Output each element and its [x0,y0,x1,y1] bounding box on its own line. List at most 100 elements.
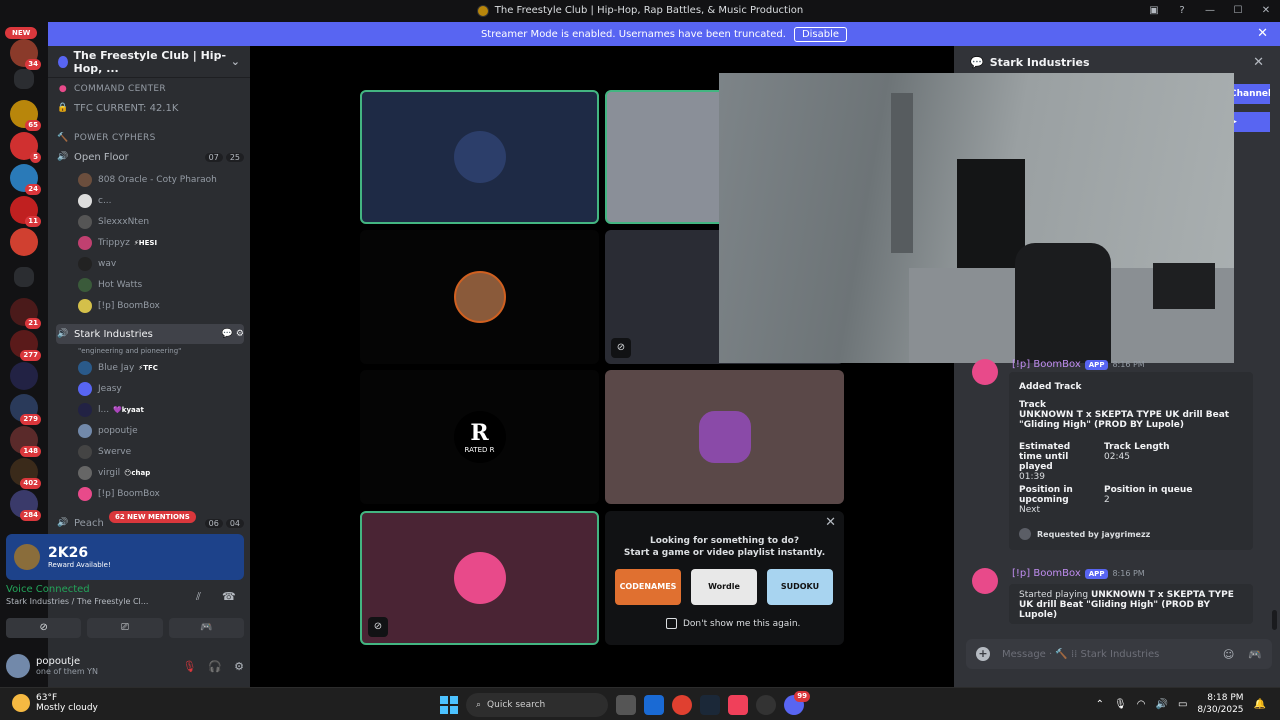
voice-user[interactable]: c... [78,191,244,211]
voice-user[interactable]: popoutje [78,421,244,441]
checkbox-icon[interactable] [666,618,677,629]
add-attachment-icon[interactable]: + [976,647,990,661]
scrollbar[interactable] [1272,610,1277,630]
search-bar[interactable]: ⌕ Quick search [466,693,608,717]
camera-off-button[interactable]: ⊘ [6,618,82,638]
voice-channel-open-floor[interactable]: 🔊 Open Floor 07 25 [56,147,244,167]
headphones-icon[interactable]: 🎧 [208,660,222,673]
author-name[interactable]: [!p] BoomBox [1012,359,1081,370]
video-tile[interactable] [360,230,599,364]
disconnect-icon[interactable]: ☎ [222,590,236,603]
server-icon[interactable]: 277 [10,330,41,361]
app-icon[interactable] [756,695,776,715]
notification-bell-icon[interactable]: 🔔 [1254,699,1266,710]
mywork-icon[interactable] [644,695,664,715]
emoji-icon[interactable]: ☺ [1223,648,1234,661]
voice-user[interactable]: wav [78,254,244,274]
activities-button[interactable]: 🎮 [168,618,244,638]
server-icon[interactable]: 402 [10,458,41,489]
author-name[interactable]: [!p] BoomBox [1012,568,1081,579]
close-icon[interactable]: ✕ [825,515,836,530]
voice-user[interactable]: Jeasy [78,379,244,399]
video-tile[interactable] [605,370,844,504]
screen-share-button[interactable]: ⎚ [87,618,163,638]
server-icon[interactable]: 284 [10,490,41,521]
dont-show-checkbox[interactable]: Don't show me this again. [666,618,800,629]
voice-user[interactable]: l... 💜kyaat [78,400,244,420]
voice-user[interactable]: Hot Watts [78,275,244,295]
discord-icon[interactable]: 99 [784,691,810,715]
avatar [453,131,506,183]
server-icon[interactable]: 65 [10,100,41,131]
battery-icon[interactable]: ▭ [1178,699,1187,710]
server-icon[interactable]: 11 [10,196,41,227]
close-icon[interactable]: ✕ [1253,55,1264,70]
server-icon[interactable] [10,228,38,256]
music-icon[interactable] [728,695,748,715]
server-icon[interactable]: 279 [10,394,41,425]
noise-suppression-icon[interactable]: ⫽ [196,590,201,604]
microphone-icon[interactable]: 🎙 [1114,699,1127,710]
server-header[interactable]: The Freestyle Club | Hip-Hop, ... ⌄ [48,46,250,78]
promo-banner[interactable]: 2K26 Reward Available! [6,534,244,580]
voice-user-name: Swerve [98,447,132,457]
folder-icon[interactable] [14,69,34,89]
avatar [78,466,92,480]
server-icon[interactable]: 148 [10,426,41,457]
voice-user[interactable]: Blue Jay ⚡TFC [78,358,244,378]
avatar [78,424,92,438]
voice-user[interactable]: 808 Oracle - Coty Pharaoh [78,170,244,190]
chevron-down-icon[interactable]: ⌄ [231,55,240,68]
close-window-button[interactable]: ✕ [1252,5,1280,16]
voice-location[interactable]: Stark Industries / The Freestyle Cl... [6,597,244,606]
video-tile[interactable] [360,90,599,224]
help-icon[interactable]: ? [1168,5,1196,16]
close-banner-icon[interactable]: ✕ [1257,26,1268,41]
server-icon[interactable]: 34 [10,39,41,70]
server-icon[interactable] [10,362,38,390]
folder-icon[interactable] [14,267,34,287]
wifi-icon[interactable]: ◠ [1137,699,1146,710]
voice-user[interactable]: virgil 😶chap [78,463,244,483]
volume-icon[interactable]: 🔊 [1155,699,1167,710]
weather-widget[interactable]: 63°F Mostly cloudy [12,693,98,713]
maximize-button[interactable]: ☐ [1224,5,1252,16]
chrome-icon[interactable] [672,695,692,715]
clock[interactable]: 8:18 PM 8/30/2025 [1197,692,1243,716]
new-mentions-pill[interactable]: 62 NEW MENTIONS [109,511,196,523]
voice-user[interactable]: SlexxxNten [78,212,244,232]
voice-user[interactable]: [!p] BoomBox [78,484,244,504]
category-command-center[interactable]: ● COMMAND CENTER [56,79,244,99]
server-icon[interactable]: 5 [10,132,41,163]
message-input[interactable]: + Message · 🔨 ⁞⁞ Stark Industries ☺ 🎮 [966,639,1272,669]
weather-icon [12,694,30,712]
avatar[interactable] [972,359,998,385]
file-explorer-icon[interactable] [616,695,636,715]
avatar[interactable] [972,568,998,594]
channel-tfc-current[interactable]: 🔒 TFC CURRENT: 42.1K [56,98,244,118]
steam-icon[interactable] [700,695,720,715]
category-power-cyphers[interactable]: 🔨 POWER CYPHERS [56,128,244,148]
codenames-activity[interactable]: CODENAMES [615,569,681,605]
server-icon[interactable]: 24 [10,164,41,195]
start-icon[interactable] [440,696,458,714]
voice-user[interactable]: Trippyz ⚡HESI [78,233,244,253]
sudoku-activity[interactable]: SUDOKU [767,569,833,605]
mute-icon[interactable]: 🎙 [182,660,196,673]
wordle-activity[interactable]: Wordle [691,569,757,605]
avatar[interactable] [6,654,30,678]
chat-icon[interactable]: 💬 ⚙ [222,329,244,339]
chevron-up-icon[interactable]: ⌃ [1096,699,1104,710]
video-tile[interactable]: ⊘ [360,511,599,645]
voice-user[interactable]: Swerve [78,442,244,462]
video-tile[interactable]: R RATED R [360,370,599,504]
gear-icon[interactable]: ⚙ [234,660,244,673]
server-icon[interactable]: 21 [10,298,41,329]
camera-preview[interactable] [719,73,1234,363]
voice-user[interactable]: [!p] BoomBox [78,296,244,316]
inbox-icon[interactable]: ▣ [1140,5,1168,16]
minimize-button[interactable]: — [1196,5,1224,16]
gamepad-icon[interactable]: 🎮 [1248,648,1262,661]
voice-user-name: Hot Watts [98,280,143,290]
disable-streamer-button[interactable]: Disable [793,26,848,42]
